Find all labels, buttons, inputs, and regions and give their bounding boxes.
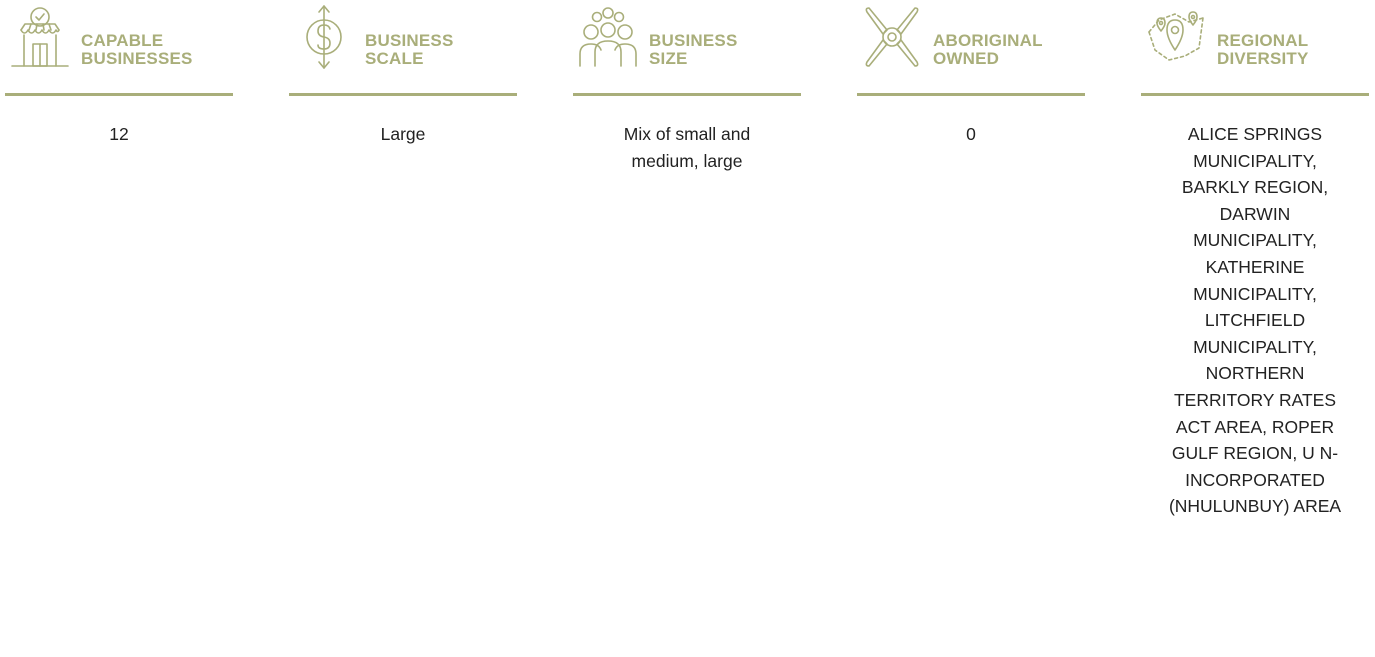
stat-value-text: 0 xyxy=(966,124,976,144)
stat-value: 0 xyxy=(857,121,1085,148)
stat-value-text: Large xyxy=(380,124,426,144)
stat-value-text: Mix of small and medium, large xyxy=(623,124,751,171)
divider xyxy=(1141,93,1369,96)
stat-header: BUSINESS SCALE xyxy=(289,0,517,96)
stat-column-aboriginal-owned: ABORIGINAL OWNED 0 xyxy=(857,0,1085,144)
stat-column-regional-diversity: REGIONAL DIVERSITY ALICE SPRINGS MUNICIP… xyxy=(1141,0,1369,516)
map-pins-icon xyxy=(1145,4,1207,70)
divider xyxy=(5,93,233,96)
stat-header: ABORIGINAL OWNED xyxy=(857,0,1085,96)
stat-title: BUSINESS SCALE xyxy=(365,31,454,68)
stat-title: ABORIGINAL OWNED xyxy=(933,31,1043,68)
storefront-icon xyxy=(9,4,71,70)
stat-value: Mix of small and medium, large xyxy=(573,121,801,174)
stat-value: 12 xyxy=(5,121,233,148)
stat-header: BUSINESS SIZE xyxy=(573,0,801,96)
divider xyxy=(573,93,801,96)
stat-header: CAPABLE BUSINESSES xyxy=(5,0,233,96)
stat-column-business-scale: BUSINESS SCALE Large xyxy=(289,0,517,144)
divider xyxy=(289,93,517,96)
stat-title: CAPABLE BUSINESSES xyxy=(81,31,193,68)
divider xyxy=(857,93,1085,96)
stat-value: ALICE SPRINGS MUNICIPALITY, BARKLY REGIO… xyxy=(1141,121,1369,520)
stat-value-text: 12 xyxy=(109,124,129,144)
people-group-icon xyxy=(577,4,639,70)
stat-column-capable-businesses: CAPABLE BUSINESSES 12 xyxy=(5,0,233,144)
stat-header: REGIONAL DIVERSITY xyxy=(1141,0,1369,96)
stat-title: BUSINESS SIZE xyxy=(649,31,738,68)
crossed-keys-icon xyxy=(861,4,923,70)
stat-title: REGIONAL DIVERSITY xyxy=(1217,31,1309,68)
stat-value: Large xyxy=(289,121,517,148)
stat-value-text: ALICE SPRINGS MUNICIPALITY, BARKLY REGIO… xyxy=(1168,124,1342,517)
stat-column-business-size: BUSINESS SIZE Mix of small and medium, l… xyxy=(573,0,801,171)
dollar-scale-icon xyxy=(293,4,355,70)
